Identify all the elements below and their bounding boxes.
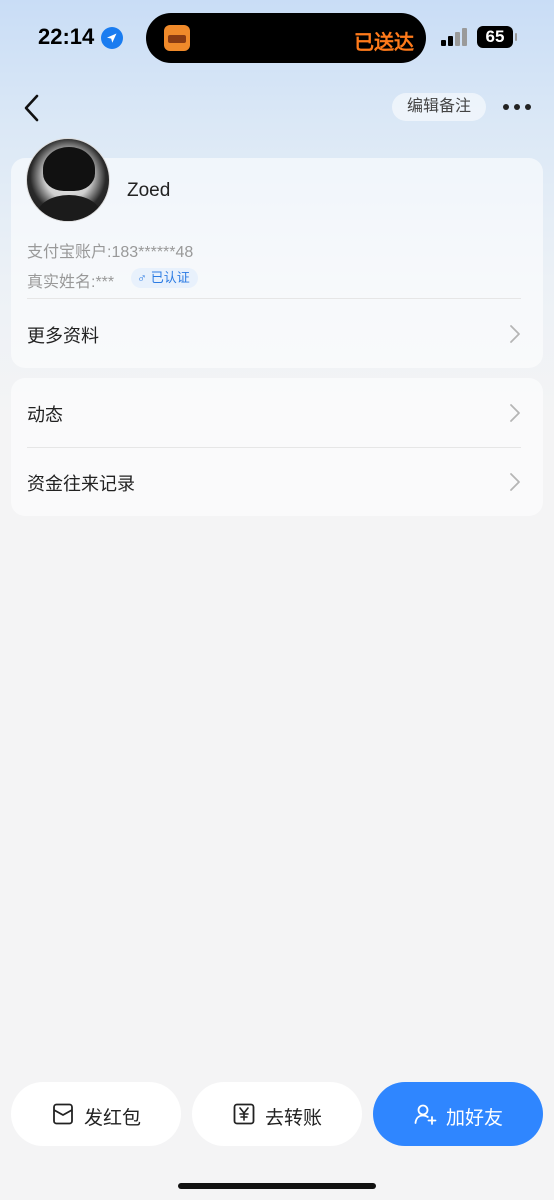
transfer-icon: [233, 1103, 255, 1125]
add-friend-label: 加好友: [446, 1108, 504, 1129]
home-indicator[interactable]: [178, 1183, 376, 1189]
back-icon: [24, 94, 39, 122]
red-packet-label: 发红包: [84, 1108, 142, 1129]
male-icon: ♂: [137, 270, 147, 285]
location-icon: [101, 27, 123, 49]
status-time: 22:14: [38, 24, 95, 49]
app-icon: [164, 25, 190, 51]
edit-note-button[interactable]: 编辑备注: [392, 93, 486, 121]
bottom-action-bar: 发红包 去转账 加好友: [0, 1082, 554, 1146]
signal-icon: [441, 28, 469, 46]
battery-icon: 65: [477, 26, 517, 48]
links-card: 动态 资金往来记录: [11, 378, 543, 516]
battery-level: 65: [485, 27, 505, 46]
more-icon[interactable]: [503, 97, 533, 117]
island-status-text: 已送达: [354, 32, 414, 54]
real-name: 真实姓名:***: [27, 274, 115, 291]
avatar[interactable]: [26, 138, 110, 222]
divider: [27, 447, 521, 448]
add-friend-button[interactable]: 加好友: [373, 1082, 543, 1146]
list-item-label: 动态: [27, 405, 63, 425]
profile-name: Zoed: [127, 180, 171, 201]
chevron-right-icon: [510, 473, 520, 491]
dynamic-island[interactable]: 已送达: [146, 13, 426, 63]
back-button[interactable]: [16, 90, 50, 126]
transfer-button[interactable]: 去转账: [192, 1082, 362, 1146]
more-info-label: 更多资料: [27, 326, 99, 346]
list-item-label: 资金往来记录: [27, 474, 135, 494]
red-packet-icon: [53, 1103, 73, 1125]
add-friend-icon: [414, 1104, 437, 1125]
red-packet-button[interactable]: 发红包: [11, 1082, 181, 1146]
chevron-right-icon: [510, 404, 520, 422]
chevron-right-icon: [510, 325, 520, 343]
transfer-label: 去转账: [265, 1108, 323, 1129]
verified-label: 已认证: [150, 270, 190, 285]
profile-card: Zoed 支付宝账户:183******48 真实姓名:*** ♂ 已认证 更多资…: [11, 138, 543, 368]
verified-badge: ♂ 已认证: [131, 268, 198, 288]
account-number: 支付宝账户:183******48: [27, 244, 194, 261]
status-bar: 22:14 已送达 65: [0, 0, 554, 76]
divider: [27, 298, 521, 299]
